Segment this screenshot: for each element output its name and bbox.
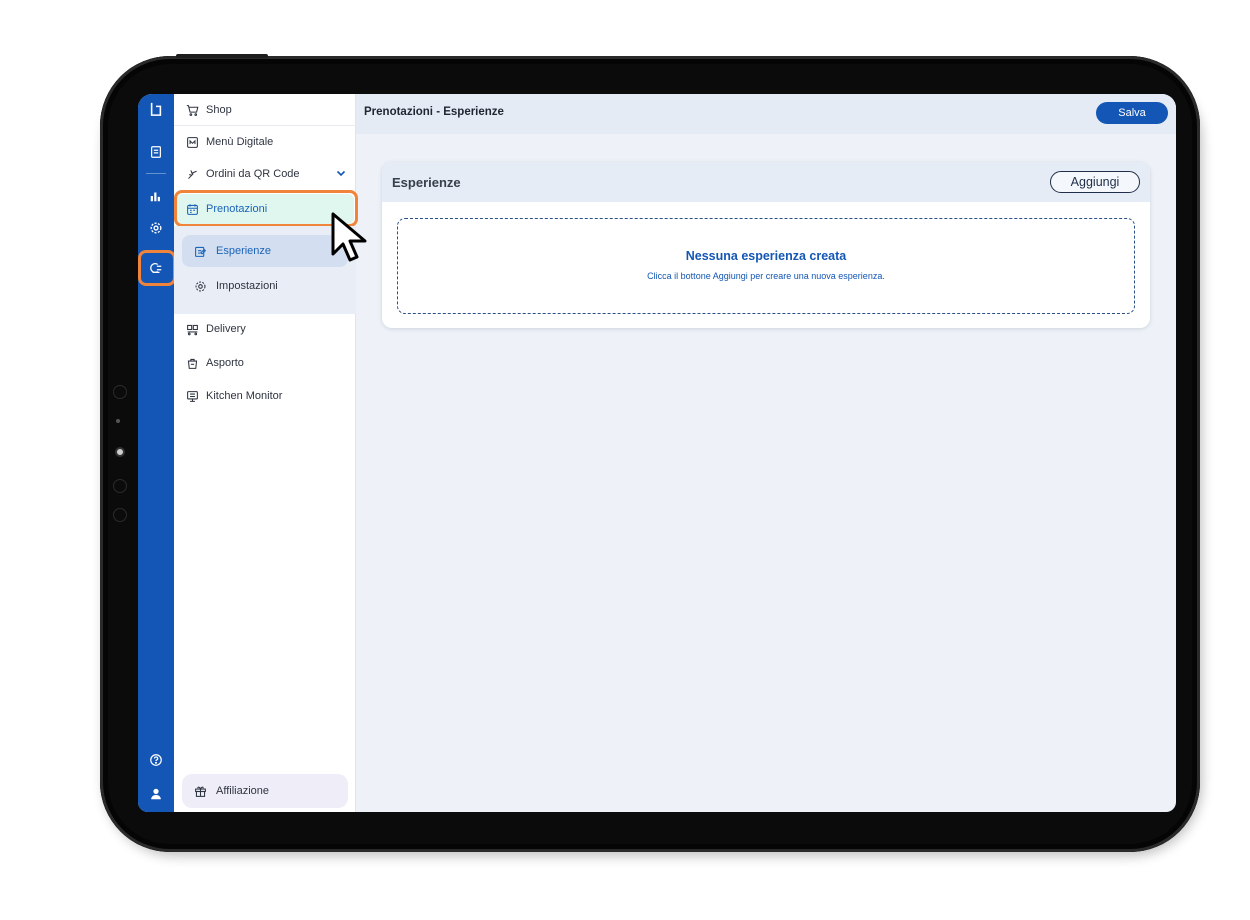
sidebar: Shop Menù Digitale Ordini da QR Code Pre… <box>174 94 358 812</box>
add-button[interactable]: Aggiungi <box>1050 171 1140 193</box>
save-button[interactable]: Salva <box>1096 102 1168 124</box>
sidebar-item-menu-digitale[interactable]: Menù Digitale <box>174 126 356 158</box>
device-sensor-icon <box>113 385 127 399</box>
sidebar-item-label: Delivery <box>206 323 246 335</box>
takeaway-icon <box>186 357 199 370</box>
page-title: Prenotazioni - Esperienze <box>364 106 504 118</box>
page-header: Prenotazioni - Esperienze Salva <box>356 94 1176 134</box>
gear-icon <box>194 280 207 293</box>
mouse-pointer-icon <box>331 212 367 262</box>
sidebar-item-asporto[interactable]: Asporto <box>174 347 356 379</box>
sidebar-item-label: Menù Digitale <box>206 136 274 148</box>
device-sensor-icon <box>113 479 127 493</box>
sidebar-item-label: Ordini da QR Code <box>206 168 300 180</box>
edit-icon <box>194 245 207 258</box>
rail-divider <box>146 173 166 174</box>
sidebar-subitem-esperienze[interactable]: Esperienze <box>182 235 348 267</box>
sidebar-item-delivery[interactable]: Delivery <box>174 313 356 345</box>
empty-state-text: Clicca il bottone Aggiungi per creare un… <box>647 271 885 281</box>
cart-icon <box>186 104 199 117</box>
rail-highlight <box>138 250 176 286</box>
chart-icon[interactable] <box>138 182 174 210</box>
sidebar-subitem-label: Impostazioni <box>216 280 278 292</box>
sidebar-item-label: Shop <box>206 104 232 116</box>
empty-state: Nessuna esperienza creata Clicca il bott… <box>397 218 1135 314</box>
sidebar-item-label: Affiliazione <box>216 785 269 797</box>
settings-icon[interactable] <box>138 214 174 242</box>
sidebar-item-affiliazione[interactable]: Affiliazione <box>182 774 348 808</box>
sidebar-subitem-impostazioni[interactable]: Impostazioni <box>182 270 348 302</box>
card-header: Esperienze Aggiungi <box>382 162 1150 202</box>
icon-rail <box>138 94 176 812</box>
delivery-icon <box>186 323 199 336</box>
gift-icon <box>194 785 207 798</box>
chevron-down-icon[interactable] <box>336 168 346 178</box>
device-camera-icon <box>115 447 125 457</box>
card-title: Esperienze <box>392 175 461 190</box>
experiences-card: Esperienze Aggiungi Nessuna esperienza c… <box>382 162 1150 328</box>
empty-state-title: Nessuna esperienza creata <box>685 249 847 263</box>
device-sensor-dot <box>116 419 120 423</box>
help-icon[interactable] <box>138 746 174 774</box>
sidebar-item-label: Asporto <box>206 357 244 369</box>
receipt-icon[interactable] <box>138 138 174 166</box>
logo-icon[interactable] <box>138 94 174 124</box>
sidebar-item-kitchen-monitor[interactable]: Kitchen Monitor <box>174 380 356 412</box>
device-top-button <box>176 54 268 58</box>
sidebar-item-ordini-qr[interactable]: Ordini da QR Code <box>174 158 356 190</box>
qr-order-icon <box>186 168 199 181</box>
menu-book-icon <box>186 136 199 149</box>
sidebar-item-label: Kitchen Monitor <box>206 390 283 402</box>
app-screen: Shop Menù Digitale Ordini da QR Code Pre… <box>138 94 1176 812</box>
sidebar-subitem-label: Esperienze <box>216 245 272 257</box>
device-sensor-icon <box>113 508 127 522</box>
monitor-icon <box>186 390 199 403</box>
user-icon[interactable] <box>138 780 174 808</box>
sidebar-item-shop[interactable]: Shop <box>174 94 356 126</box>
